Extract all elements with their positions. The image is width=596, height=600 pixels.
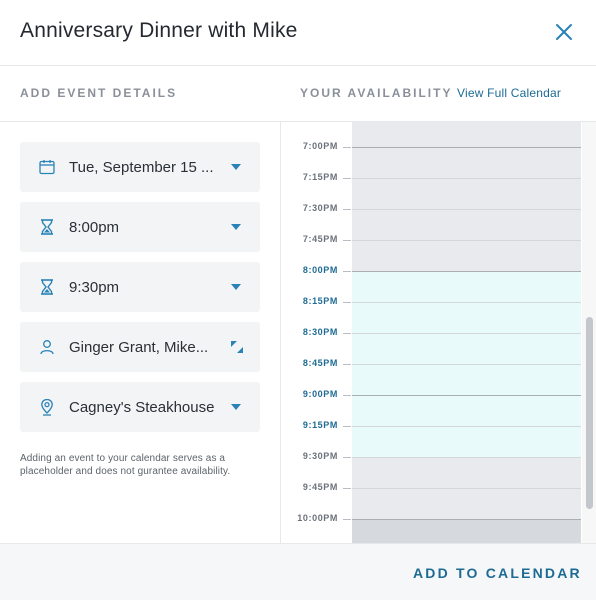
time-label: 8:45PM bbox=[302, 358, 338, 368]
time-slot-row[interactable]: 9:30PM bbox=[281, 451, 581, 461]
time-tick bbox=[343, 364, 351, 365]
grid-line bbox=[352, 395, 581, 396]
time-tick bbox=[343, 302, 351, 303]
guests-value: Ginger Grant, Mike... bbox=[69, 339, 209, 356]
time-label: 7:30PM bbox=[302, 203, 338, 213]
time-tick bbox=[343, 271, 351, 272]
expand-icon[interactable] bbox=[230, 340, 244, 354]
time-label: 7:15PM bbox=[302, 172, 338, 182]
time-slot-row[interactable]: 8:45PM bbox=[281, 358, 581, 368]
time-tick bbox=[343, 488, 351, 489]
time-tick bbox=[343, 395, 351, 396]
time-tick bbox=[343, 426, 351, 427]
time-tick bbox=[343, 147, 351, 148]
availability-calendar[interactable]: 7:00PM 7:15PM 7:30PM 7:45PM 8:00PM 8:15PM 8:30… bbox=[281, 122, 596, 543]
time-slot-row[interactable]: 8:30PM bbox=[281, 327, 581, 337]
grid-line bbox=[352, 519, 581, 520]
date-dropdown[interactable]: Tue, September 15 ... bbox=[20, 142, 260, 192]
grid-line bbox=[352, 302, 581, 303]
event-details-panel: Tue, September 15 ... 8:00pm 9:30pm Ging… bbox=[0, 122, 281, 543]
chevron-down-icon bbox=[231, 404, 241, 410]
disclaimer-text: Adding an event to your calendar serves … bbox=[20, 453, 231, 477]
close-button[interactable] bbox=[552, 20, 576, 44]
view-full-calendar-link[interactable]: View Full Calendar bbox=[457, 86, 561, 100]
chevron-down-icon bbox=[231, 164, 241, 170]
grid-line bbox=[352, 147, 581, 148]
time-label: 10:00PM bbox=[297, 513, 338, 523]
grid-line bbox=[352, 209, 581, 210]
time-slot-row[interactable]: 9:00PM bbox=[281, 389, 581, 399]
time-slot-row[interactable]: 9:45PM bbox=[281, 482, 581, 492]
time-slot-row[interactable]: 7:30PM bbox=[281, 203, 581, 213]
chevron-down-icon bbox=[231, 224, 241, 230]
time-slot-row[interactable]: 8:15PM bbox=[281, 296, 581, 306]
time-label: 9:15PM bbox=[302, 420, 338, 430]
time-tick bbox=[343, 457, 351, 458]
busy-block-late bbox=[352, 519, 581, 543]
time-tick bbox=[343, 333, 351, 334]
location-dropdown[interactable]: Cagney's Steakhouse bbox=[20, 382, 260, 432]
time-slot-row[interactable]: 7:45PM bbox=[281, 234, 581, 244]
location-value: Cagney's Steakhouse bbox=[69, 399, 215, 416]
date-value: Tue, September 15 ... bbox=[69, 159, 214, 176]
scrollbar-thumb[interactable] bbox=[586, 317, 593, 509]
grid-line bbox=[352, 457, 581, 458]
section-header: ADD EVENT DETAILS YOUR AVAILABILITY View… bbox=[0, 66, 596, 122]
grid-line bbox=[352, 271, 581, 272]
close-icon bbox=[556, 24, 572, 40]
start-time-value: 8:00pm bbox=[69, 219, 120, 236]
grid-line bbox=[352, 364, 581, 365]
start-time-dropdown[interactable]: 8:00pm bbox=[20, 202, 260, 252]
grid-line bbox=[352, 488, 581, 489]
time-label: 7:45PM bbox=[302, 234, 338, 244]
grid-line bbox=[352, 333, 581, 334]
time-tick bbox=[343, 240, 351, 241]
time-label: 9:45PM bbox=[302, 482, 338, 492]
grid-line bbox=[352, 178, 581, 179]
add-to-calendar-button[interactable]: ADD TO CALENDAR bbox=[413, 565, 582, 581]
grid-line bbox=[352, 426, 581, 427]
time-label: 8:00PM bbox=[302, 265, 338, 275]
grid-line bbox=[352, 240, 581, 241]
end-time-dropdown[interactable]: 9:30pm bbox=[20, 262, 260, 312]
your-availability-label: YOUR AVAILABILITY bbox=[300, 86, 453, 100]
time-label: 9:00PM bbox=[302, 389, 338, 399]
calendar-icon bbox=[39, 160, 55, 175]
time-label: 7:00PM bbox=[302, 141, 338, 151]
location-pin-icon bbox=[41, 398, 53, 416]
add-event-details-label: ADD EVENT DETAILS bbox=[20, 86, 178, 100]
time-slot-row[interactable]: 9:15PM bbox=[281, 420, 581, 430]
time-tick bbox=[343, 519, 351, 520]
hourglass-icon bbox=[41, 279, 53, 295]
end-time-value: 9:30pm bbox=[69, 279, 120, 296]
time-slot-row[interactable]: 8:00PM bbox=[281, 265, 581, 275]
time-label: 8:15PM bbox=[302, 296, 338, 306]
modal-footer: ADD TO CALENDAR bbox=[0, 543, 596, 600]
person-icon bbox=[40, 340, 54, 355]
time-slot-row[interactable]: 7:15PM bbox=[281, 172, 581, 182]
event-title: Anniversary Dinner with Mike bbox=[20, 19, 298, 42]
busy-block-before bbox=[352, 122, 581, 271]
time-label: 9:30PM bbox=[302, 451, 338, 461]
time-tick bbox=[343, 178, 351, 179]
time-label: 8:30PM bbox=[302, 327, 338, 337]
modal-header: Anniversary Dinner with Mike bbox=[0, 0, 596, 66]
time-tick bbox=[343, 209, 351, 210]
guests-field[interactable]: Ginger Grant, Mike... bbox=[20, 322, 260, 372]
time-slot-row[interactable]: 10:00PM bbox=[281, 513, 581, 523]
time-slot-row[interactable]: 7:00PM bbox=[281, 141, 581, 151]
chevron-down-icon bbox=[231, 284, 241, 290]
hourglass-icon bbox=[41, 219, 53, 235]
